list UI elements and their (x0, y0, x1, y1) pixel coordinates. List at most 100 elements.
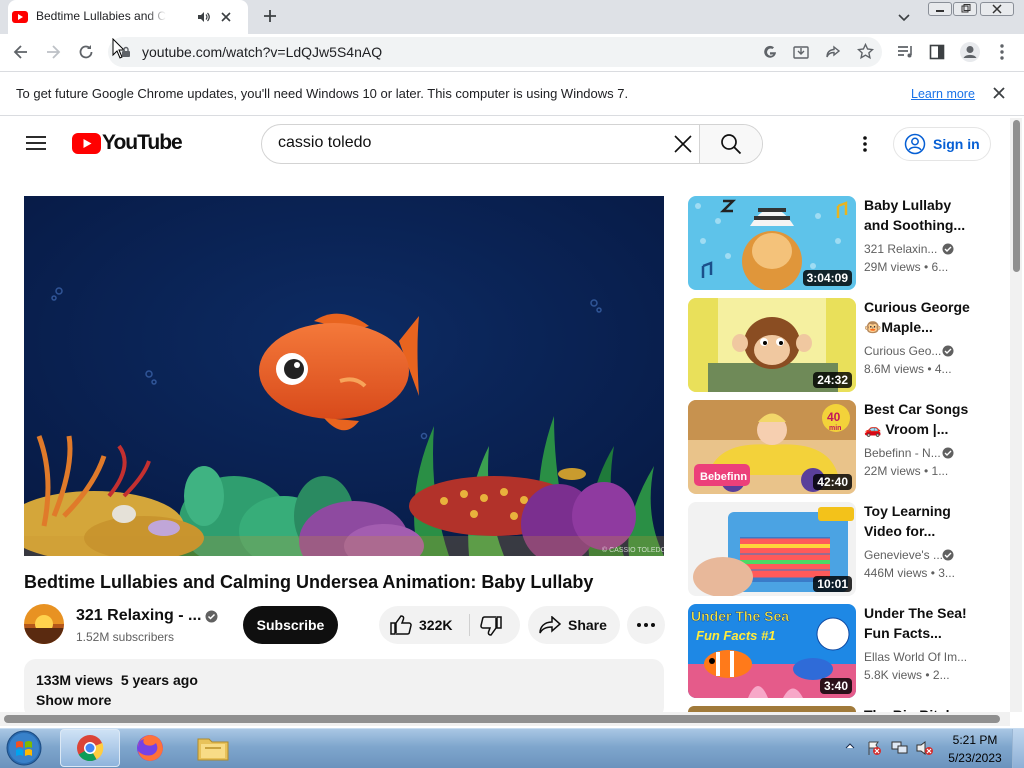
google-icon[interactable] (762, 44, 778, 60)
show-desktop-button[interactable] (1012, 729, 1024, 768)
verified-badge-icon (942, 447, 954, 459)
video-duration: 24:32 (813, 372, 852, 388)
restore-window-button[interactable] (953, 2, 977, 16)
share-label[interactable]: Share (568, 617, 607, 633)
like-divider (469, 614, 470, 636)
action-center-flag-icon[interactable] (866, 740, 882, 756)
verified-badge-icon (942, 243, 954, 255)
clear-search-icon[interactable] (673, 134, 693, 154)
new-tab-icon[interactable] (262, 8, 278, 24)
start-button-icon[interactable] (4, 729, 44, 767)
suggestion-title[interactable]: Baby Lullaby and Soothing... (864, 195, 974, 235)
video-duration: 42:40 (813, 474, 852, 490)
subscribe-button[interactable]: Subscribe (243, 606, 338, 644)
more-horizontal-icon[interactable] (627, 606, 665, 644)
back-arrow-icon[interactable] (12, 43, 30, 61)
thumb-under-sea: Under The Sea (691, 608, 789, 624)
search-input[interactable]: cassio toledo (278, 134, 371, 152)
sign-in-label[interactable]: Sign in (933, 136, 980, 152)
audio-playing-icon[interactable] (197, 10, 211, 24)
clock-date[interactable]: 5/23/2023 (946, 751, 1004, 765)
show-more-link[interactable]: Show more (36, 692, 111, 708)
suggestion-channel[interactable]: Bebefinn - N... (864, 446, 941, 460)
suggestion-channel[interactable]: Ellas World Of Im... (864, 650, 967, 664)
suggestion-thumbnail[interactable]: 10:01 (688, 502, 856, 596)
verified-badge-icon (205, 610, 218, 623)
suggestion-thumbnail[interactable]: 40 min Bebefinn 42:40 (688, 400, 856, 494)
suggestion-meta: 5.8K views • 2... (864, 668, 950, 682)
dislike-icon[interactable] (480, 616, 502, 636)
subscriber-count: 1.52M subscribers (76, 630, 175, 644)
learn-more-link[interactable]: Learn more (911, 87, 975, 101)
suggestion-title[interactable]: The Big Bitch... (864, 705, 974, 712)
video-duration: 3:40 (819, 678, 852, 694)
like-icon[interactable] (390, 615, 412, 635)
tab-title: Bedtime Lullabies and Calming Undersea A… (36, 9, 166, 23)
suggestion-thumbnail[interactable]: 24:32 (688, 298, 856, 392)
share-icon[interactable] (539, 616, 561, 634)
tab-close-icon[interactable] (219, 10, 233, 24)
infobar-close-icon[interactable] (992, 86, 1006, 100)
verified-badge-icon (942, 345, 954, 357)
view-count-date: 133M views 5 years ago (36, 672, 198, 688)
video-title: Bedtime Lullabies and Calming Undersea A… (24, 572, 594, 592)
video-watermark: © CASSIO TOLEDO (602, 546, 664, 554)
horizontal-scrollbar-thumb[interactable] (4, 715, 1000, 723)
suggestion-thumbnail[interactable]: Under The Sea Fun Facts #1 3:40 (688, 604, 856, 698)
file-explorer-icon[interactable] (196, 733, 230, 763)
site-info-lock-icon[interactable] (120, 46, 132, 58)
suggestion-channel[interactable]: 321 Relaxin... (864, 242, 937, 256)
show-hidden-icons-icon[interactable] (845, 741, 855, 751)
suggestion-meta: 29M views • 6... (864, 260, 949, 274)
suggestion-thumbnail[interactable]: 3:04:09 (688, 196, 856, 290)
account-circle-icon (904, 133, 926, 155)
bookmark-star-icon[interactable] (857, 43, 874, 60)
page-scrollbar-thumb[interactable] (1013, 120, 1020, 272)
suggestion-meta: 446M views • 3... (864, 566, 955, 580)
suggestion-title[interactable]: Curious George 🐵Maple... (864, 297, 974, 337)
channel-name[interactable]: 321 Relaxing - ... (76, 607, 201, 625)
forward-arrow-icon[interactable] (44, 43, 62, 61)
hamburger-menu-icon[interactable] (26, 135, 46, 151)
undersea-video-frame: © CASSIO TOLEDO (24, 196, 664, 556)
channel-avatar[interactable] (24, 604, 64, 644)
share-page-icon[interactable] (825, 44, 841, 60)
url-text[interactable]: youtube.com/watch?v=LdQJw5S4nAQ (142, 44, 382, 60)
reload-icon[interactable] (77, 43, 95, 61)
more-actions-button[interactable] (627, 606, 665, 644)
close-window-button[interactable] (980, 2, 1014, 16)
video-player[interactable]: © CASSIO TOLEDO (24, 196, 664, 556)
suggestion-meta: 8.6M views • 4... (864, 362, 952, 376)
suggestion-channel[interactable]: Curious Geo... (864, 344, 941, 358)
network-icon[interactable] (891, 740, 909, 756)
profile-avatar-icon[interactable] (959, 41, 981, 63)
description-box[interactable] (24, 659, 664, 719)
suggestion-title[interactable]: Under The Sea! Fun Facts... (864, 603, 974, 643)
media-controls-icon[interactable] (897, 44, 914, 60)
youtube-logo-icon[interactable] (72, 133, 101, 154)
suggestion-title[interactable]: Toy Learning Video for... (864, 501, 974, 541)
youtube-favicon-icon (12, 11, 28, 23)
suggestion-title[interactable]: Best Car Songs 🚗 Vroom |... (864, 399, 974, 439)
search-icon[interactable] (720, 133, 742, 155)
chrome-menu-icon[interactable] (999, 43, 1005, 61)
thumb-min: min (829, 425, 841, 432)
video-duration: 10:01 (813, 576, 852, 592)
infobar-message: To get future Google Chrome updates, you… (16, 86, 629, 101)
clock-time[interactable]: 5:21 PM (952, 733, 998, 747)
suggestion-meta: 22M views • 1... (864, 464, 949, 478)
thumb-fun-facts: Fun Facts #1 (696, 628, 775, 643)
like-count[interactable]: 322K (419, 617, 452, 633)
taskbar-chrome-button[interactable] (60, 729, 120, 767)
tab-search-chevron-icon[interactable] (897, 10, 911, 24)
side-panel-icon[interactable] (929, 44, 945, 60)
verified-badge-icon (942, 549, 954, 561)
more-options-icon[interactable] (862, 135, 868, 153)
volume-muted-icon[interactable] (916, 740, 934, 756)
suggestion-channel[interactable]: Genevieve's ... (864, 548, 943, 562)
install-app-icon[interactable] (793, 44, 809, 60)
firefox-icon[interactable] (134, 733, 166, 763)
thumb-bebefinn: Bebefinn (700, 471, 747, 483)
youtube-logo-text[interactable]: YouTube (102, 131, 183, 155)
minimize-window-button[interactable] (928, 2, 952, 16)
